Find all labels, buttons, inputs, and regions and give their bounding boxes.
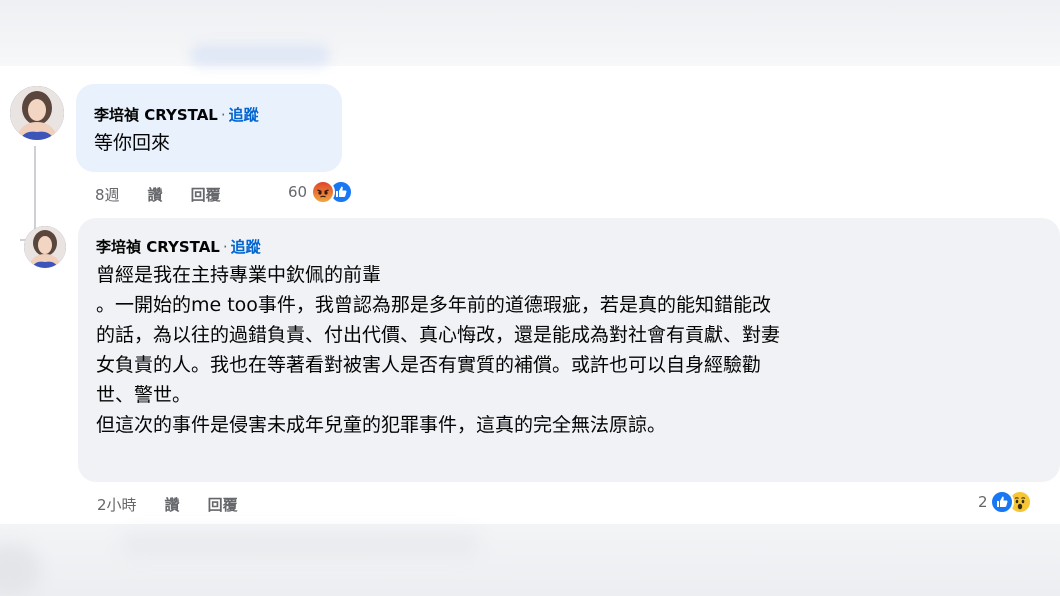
- angry-icon: [311, 180, 336, 204]
- comment-text-line: 世、警世。: [96, 384, 192, 406]
- comment-bubble: 李培禎 CRYSTAL · 追蹤 曾經是我在主持專業中欽佩的前輩 。一開始的me t…: [78, 218, 1060, 482]
- blurred-top-region: [0, 0, 1060, 66]
- blurred-bottom-region: [0, 524, 1060, 596]
- thread-connector-line: [34, 146, 36, 210]
- comment-text-line: 的話，為以往的過錯負責、付出代價、真心悔改，還是能成為對社會有貢獻、對妻: [96, 324, 781, 346]
- comment-author[interactable]: 李培禎 CRYSTAL: [94, 104, 218, 125]
- avatar-photo: [24, 226, 66, 268]
- comment-text-line: 但這次的事件是侵害未成年兒童的犯罪事件，這真的完全無法原諒。: [96, 414, 667, 436]
- follow-link[interactable]: 追蹤: [229, 106, 259, 124]
- comment-bubble: 李培禎 CRYSTAL · 追蹤 等你回來: [76, 84, 342, 172]
- reply-button[interactable]: 回覆: [191, 184, 221, 205]
- blurred-blob: [190, 44, 330, 66]
- comment-timestamp[interactable]: 2小時: [97, 494, 137, 515]
- like-button[interactable]: 讚: [165, 494, 180, 515]
- comment-actions: 8週 讚 回覆: [95, 184, 249, 205]
- avatar[interactable]: [10, 86, 64, 140]
- comment-text-line: 曾經是我在主持專業中欽佩的前輩: [96, 264, 382, 286]
- comment-timestamp[interactable]: 8週: [95, 184, 120, 205]
- reply-button[interactable]: 回覆: [208, 494, 238, 515]
- reactions-summary[interactable]: 60: [288, 180, 354, 204]
- separator-dot: ·: [220, 106, 226, 124]
- like-icon: [989, 490, 1014, 514]
- separator-dot: ·: [222, 238, 228, 256]
- comment-author[interactable]: 李培禎 CRYSTAL: [96, 236, 220, 257]
- like-button[interactable]: 讚: [148, 184, 163, 205]
- follow-link[interactable]: 追蹤: [231, 238, 261, 256]
- reaction-count: 2: [978, 493, 988, 511]
- comment-text-line: 女負責的人。我也在等著看對被害人是否有實質的補償。或許也可以自身經驗勸: [96, 354, 762, 376]
- comment-text: 曾經是我在主持專業中欽佩的前輩 。一開始的me too事件，我曾認為那是多年前的…: [96, 260, 1051, 440]
- reaction-count: 60: [288, 183, 308, 201]
- comment-text-line: 。一開始的me too事件，我曾認為那是多年前的道德瑕疵，若是真的能知錯能改: [96, 294, 771, 316]
- comment-text: 等你回來: [94, 132, 171, 154]
- avatar[interactable]: [24, 226, 66, 268]
- blurred-blob: [0, 544, 40, 596]
- avatar-photo: [10, 86, 64, 140]
- reactions-summary[interactable]: 2: [978, 490, 1032, 514]
- comment-actions: 2小時 讚 回覆: [97, 494, 266, 515]
- blurred-blob: [120, 532, 480, 558]
